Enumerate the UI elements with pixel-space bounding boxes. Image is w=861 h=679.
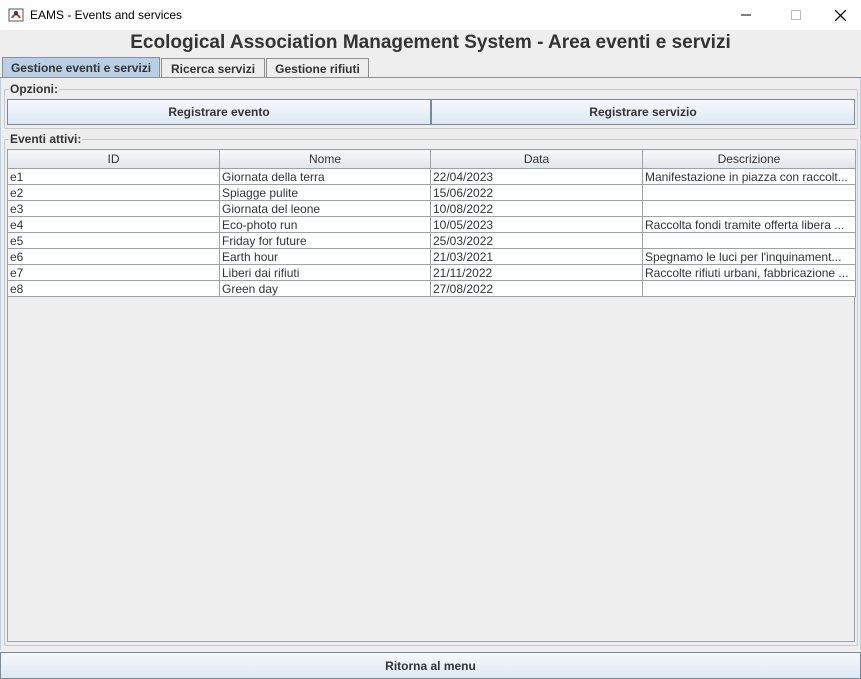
cell-nome[interactable]: Giornata della terra bbox=[219, 168, 431, 185]
cell-id[interactable]: e5 bbox=[7, 232, 220, 249]
tab-gestione-rifiuti[interactable]: Gestione rifiuti bbox=[266, 58, 369, 78]
column-header-data[interactable]: Data bbox=[430, 149, 643, 169]
table-row[interactable]: e2 Spiagge pulite 15/06/2022 bbox=[7, 184, 856, 201]
tab-ricerca-servizi[interactable]: Ricerca servizi bbox=[161, 58, 265, 78]
back-to-menu-button[interactable]: Ritorna al menu bbox=[0, 652, 861, 679]
table-row[interactable]: e7 Liberi dai rifiuti 21/11/2022 Raccolt… bbox=[7, 264, 856, 281]
window-title: EAMS - Events and services bbox=[30, 8, 183, 22]
table-row[interactable]: e5 Friday for future 25/03/2022 bbox=[7, 232, 856, 249]
cell-data[interactable]: 21/03/2021 bbox=[430, 248, 643, 265]
cell-id[interactable]: e3 bbox=[7, 200, 220, 217]
cell-id[interactable]: e6 bbox=[7, 248, 220, 265]
cell-descrizione[interactable]: Manifestazione in piazza con raccolt... bbox=[642, 168, 856, 185]
cell-nome[interactable]: Giornata del leone bbox=[219, 200, 431, 217]
cell-id[interactable]: e2 bbox=[7, 184, 220, 201]
cell-data[interactable]: 25/03/2022 bbox=[430, 232, 643, 249]
register-event-button[interactable]: Registrare evento bbox=[7, 99, 431, 125]
cell-descrizione[interactable]: Raccolta fondi tramite offerta libera ..… bbox=[642, 216, 856, 233]
java-app-icon bbox=[8, 7, 24, 23]
close-button[interactable] bbox=[817, 0, 861, 30]
cell-nome[interactable]: Liberi dai rifiuti bbox=[219, 264, 431, 281]
tab-gestione-eventi[interactable]: Gestione eventi e servizi bbox=[2, 57, 160, 78]
cell-descrizione[interactable] bbox=[642, 280, 856, 297]
cell-id[interactable]: e7 bbox=[7, 264, 220, 281]
column-header-descrizione[interactable]: Descrizione bbox=[642, 149, 856, 169]
cell-id[interactable]: e8 bbox=[7, 280, 220, 297]
page-title: Ecological Association Management System… bbox=[130, 32, 731, 53]
minimize-icon bbox=[741, 14, 751, 16]
table-row[interactable]: e4 Eco-photo run 10/05/2023 Raccolta fon… bbox=[7, 216, 856, 233]
register-service-button[interactable]: Registrare servizio bbox=[431, 99, 855, 125]
cell-nome[interactable]: Green day bbox=[219, 280, 431, 297]
table-header-row: ID Nome Data Descrizione bbox=[7, 149, 856, 169]
maximize-icon bbox=[791, 10, 801, 20]
cell-nome[interactable]: Earth hour bbox=[219, 248, 431, 265]
table-row[interactable]: e8 Green day 27/08/2022 bbox=[7, 280, 856, 297]
cell-data[interactable]: 15/06/2022 bbox=[430, 184, 643, 201]
cell-data[interactable]: 27/08/2022 bbox=[430, 280, 643, 297]
column-header-nome[interactable]: Nome bbox=[219, 149, 431, 169]
cell-id[interactable]: e1 bbox=[7, 168, 220, 185]
cell-data[interactable]: 21/11/2022 bbox=[430, 264, 643, 281]
table-row[interactable]: e3 Giornata del leone 10/08/2022 bbox=[7, 200, 856, 217]
maximize-button[interactable] bbox=[773, 0, 819, 30]
minimize-button[interactable] bbox=[723, 0, 769, 30]
cell-nome[interactable]: Friday for future bbox=[219, 232, 431, 249]
cell-data[interactable]: 10/08/2022 bbox=[430, 200, 643, 217]
table-row[interactable]: e1 Giornata della terra 22/04/2023 Manif… bbox=[7, 168, 856, 185]
cell-descrizione[interactable] bbox=[642, 200, 856, 217]
column-header-id[interactable]: ID bbox=[7, 149, 220, 169]
cell-descrizione[interactable] bbox=[642, 232, 856, 249]
cell-descrizione[interactable] bbox=[642, 184, 856, 201]
cell-nome[interactable]: Spiagge pulite bbox=[219, 184, 431, 201]
cell-id[interactable]: e4 bbox=[7, 216, 220, 233]
options-label: Opzioni: bbox=[9, 82, 59, 96]
cell-descrizione[interactable]: Spegnamo le luci per l'inquinament... bbox=[642, 248, 856, 265]
close-icon bbox=[834, 9, 846, 21]
table-row[interactable]: e6 Earth hour 21/03/2021 Spegnamo le luc… bbox=[7, 248, 856, 265]
events-label: Eventi attivi: bbox=[9, 132, 83, 146]
cell-nome[interactable]: Eco-photo run bbox=[219, 216, 431, 233]
cell-data[interactable]: 10/05/2023 bbox=[430, 216, 643, 233]
events-table[interactable]: ID Nome Data Descrizione e1 Giornata del… bbox=[7, 149, 856, 297]
window-titlebar: EAMS - Events and services bbox=[0, 0, 861, 30]
cell-descrizione[interactable]: Raccolte rifiuti urbani, fabbricazione .… bbox=[642, 264, 856, 281]
cell-data[interactable]: 22/04/2023 bbox=[430, 168, 643, 185]
